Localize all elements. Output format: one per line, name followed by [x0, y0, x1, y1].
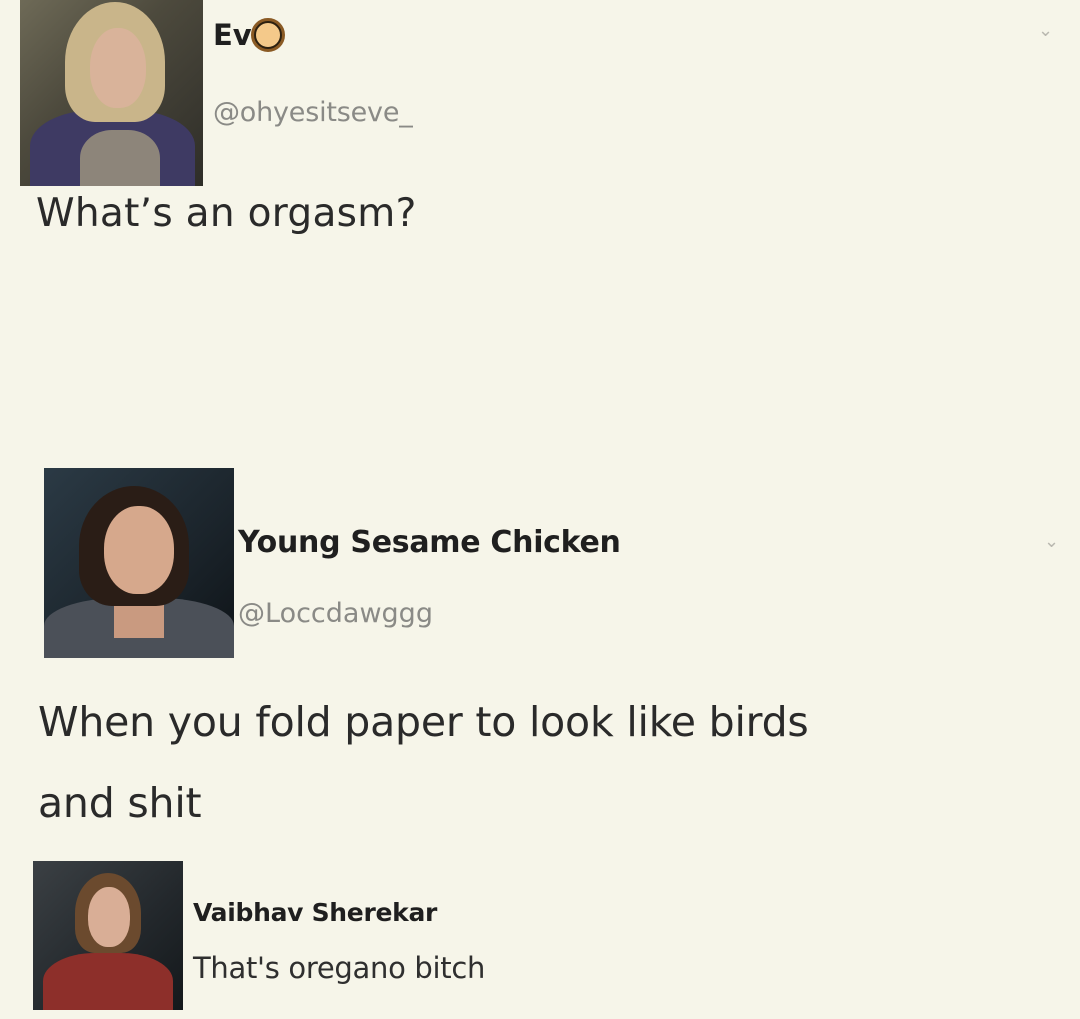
tweet-display-name-text: Ev: [213, 18, 252, 52]
tweet-text: What’s an orgasm?: [36, 191, 417, 236]
avatar-face-shape: [90, 28, 146, 108]
reply-handle[interactable]: @Loccdawggg: [238, 598, 433, 629]
chevron-down-icon[interactable]: ⌄: [1038, 22, 1053, 40]
tweet-display-name[interactable]: Ev: [213, 18, 285, 52]
comment-display-name[interactable]: Vaibhav Sherekar: [193, 898, 437, 927]
tweet-handle[interactable]: @ohyesitseve_: [213, 97, 413, 128]
avatar[interactable]: [20, 0, 203, 186]
avatar-shirt-shape: [80, 130, 160, 186]
reply-text-line-2: and shit: [38, 779, 202, 827]
reply-text-line-1: When you fold paper to look like birds: [38, 698, 809, 746]
chevron-down-icon[interactable]: ⌄: [1044, 533, 1059, 551]
avatar-jacket-shape: [43, 953, 173, 1010]
avatar-face-shape: [104, 506, 174, 594]
comment-text: That's oregano bitch: [193, 951, 486, 985]
lion-face-icon: [250, 18, 285, 52]
avatar-face-shape: [88, 887, 130, 947]
avatar[interactable]: [33, 861, 183, 1010]
reply-display-name[interactable]: Young Sesame Chicken: [238, 525, 621, 560]
avatar[interactable]: [44, 468, 234, 658]
